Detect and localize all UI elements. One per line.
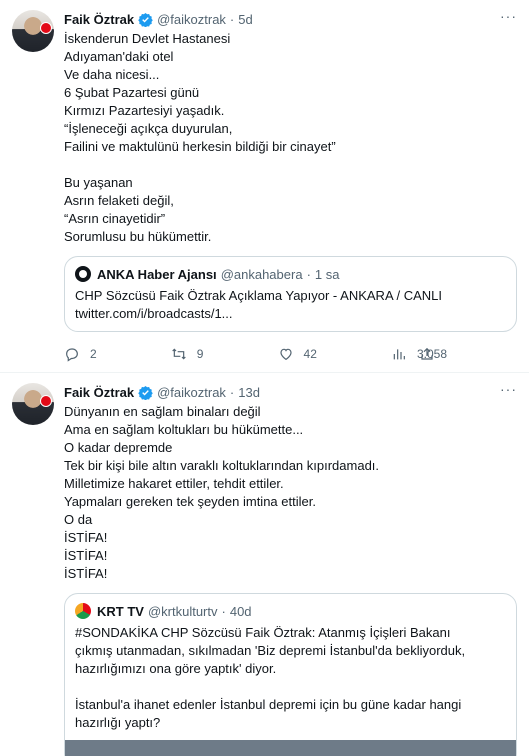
tweet-line: Adıyaman'daki otel: [64, 49, 174, 64]
verified-badge-icon: [138, 12, 153, 27]
like-button[interactable]: 42: [278, 346, 317, 362]
verified-badge-icon: [138, 385, 153, 400]
quoted-avatar: [75, 603, 91, 619]
tweet-line: “İşleneceği açıkça duyurulan,: [64, 121, 233, 136]
tweet-line: Ve daha nicesi...: [64, 67, 160, 82]
more-icon[interactable]: ···: [500, 8, 517, 24]
tweet-line: Milletimize hakaret ettiler, tehdit etti…: [64, 476, 284, 491]
tweet-line: “Asrın cinayetidir”: [64, 211, 166, 226]
quoted-link[interactable]: twitter.com/i/broadcasts/1...: [75, 305, 506, 323]
quoted-header: KRT TV @krtkulturtv · 40d: [75, 602, 506, 620]
tweet[interactable]: Faik Öztrak @faikoztrak · 5d ··· İskende…: [0, 0, 529, 373]
tweet[interactable]: Faik Öztrak @faikoztrak · 13d ··· Dünyan…: [0, 373, 529, 756]
views-icon: [393, 349, 405, 360]
tweet-line: İskenderun Devlet Hastanesi: [64, 31, 231, 46]
tweet-line: 6 Şubat Pazartesi günü: [64, 85, 200, 100]
reply-icon: [66, 348, 78, 362]
author-name[interactable]: Faik Öztrak: [64, 12, 134, 27]
quoted-line: hazırlığımızı ona göre yaptık' diyor.: [75, 661, 277, 676]
reply-button[interactable]: 2: [64, 346, 97, 362]
author-handle[interactable]: @faikoztrak: [157, 12, 226, 27]
tweet-line: Kırmızı Pazartesiyi yaşadık.: [64, 103, 225, 118]
retweet-button[interactable]: 9: [171, 346, 204, 362]
tweet-line: İSTİFA!: [64, 548, 108, 563]
share-icon: [421, 347, 433, 360]
tweet-header: Faik Öztrak @faikoztrak · 13d: [64, 383, 517, 401]
tweet-timestamp[interactable]: 13d: [238, 385, 260, 400]
tweet-line: Yapmaları gereken tek şeyden imtina etti…: [64, 494, 316, 509]
quoted-line: hazırlığı yaptı?: [75, 715, 161, 730]
reply-count: 2: [90, 347, 97, 361]
tweet-header: Faik Öztrak @faikoztrak · 5d: [64, 10, 517, 28]
avatar[interactable]: [12, 10, 54, 52]
party-logo-icon: [40, 22, 52, 34]
quoted-media[interactable]: [65, 740, 516, 756]
retweet-icon: [172, 348, 186, 360]
tweet-content: Faik Öztrak @faikoztrak · 13d ··· Dünyan…: [64, 381, 517, 756]
separator-dot: ·: [229, 11, 235, 27]
separator-dot: ·: [229, 384, 235, 400]
tweet-line: Ama en sağlam koltukları bu hükümette...: [64, 422, 304, 437]
quoted-timestamp: 40d: [229, 603, 252, 619]
tweet-line: Sorumlusu bu hükümettir.: [64, 229, 212, 244]
tweet-timestamp[interactable]: 5d: [238, 12, 252, 27]
quoted-author-name: ANKA Haber Ajansı: [97, 266, 217, 282]
quoted-tweet[interactable]: KRT TV @krtkulturtv · 40d #SONDAKİKA CHP…: [64, 593, 517, 756]
tweet-text: Dünyanın en sağlam binaları değil Ama en…: [64, 403, 517, 583]
separator-dot: ·: [306, 266, 311, 282]
more-icon[interactable]: ···: [500, 381, 517, 397]
author-name[interactable]: Faik Öztrak: [64, 385, 134, 400]
author-handle[interactable]: @faikoztrak: [157, 385, 226, 400]
tweet-content: Faik Öztrak @faikoztrak · 5d ··· İskende…: [64, 8, 517, 372]
quoted-line: #SONDAKİKA CHP Sözcüsü Faik Öztrak: Atan…: [75, 625, 451, 640]
like-icon: [279, 348, 292, 361]
quoted-author-handle: @krtkulturtv: [147, 603, 218, 619]
tweet-line: O da: [64, 512, 93, 527]
tweet-text: İskenderun Devlet Hastanesi Adıyaman'dak…: [64, 30, 517, 246]
quoted-timestamp: 1 sa: [314, 266, 340, 282]
tweet-line: İSTİFA!: [64, 566, 108, 581]
party-logo-icon: [40, 395, 52, 407]
quoted-header: ANKA Haber Ajansı @ankahabera · 1 sa: [75, 265, 506, 283]
like-count: 42: [303, 347, 317, 361]
share-button[interactable]: [419, 346, 445, 362]
quoted-author-name: KRT TV: [97, 603, 144, 619]
tweet-actions: 2 9 42 3.058: [64, 336, 517, 372]
tweet-line: İSTİFA!: [64, 530, 108, 545]
separator-dot: ·: [221, 603, 226, 619]
tweet-line: O kadar depremde: [64, 440, 173, 455]
quoted-tweet[interactable]: ANKA Haber Ajansı @ankahabera · 1 sa CHP…: [64, 256, 517, 332]
tweet-line: Tek bir kişi bile altın varaklı koltukla…: [64, 458, 380, 473]
tweet-line: Asrın felaketi değil,: [64, 193, 174, 208]
quoted-author-handle: @ankahabera: [220, 266, 303, 282]
quoted-line: CHP Sözcüsü Faik Öztrak Açıklama Yapıyor…: [75, 288, 443, 303]
tweet-line: Failini ve maktulünü herkesin bildiği bi…: [64, 139, 336, 154]
quoted-line: çıkmış utanmadan, sıkılmadan 'Biz deprem…: [75, 643, 466, 658]
quoted-line: İstanbul'a ihanet edenler İstanbul depre…: [75, 697, 462, 712]
retweet-count: 9: [196, 347, 204, 361]
quoted-avatar: [75, 266, 91, 282]
tweet-line: Bu yaşanan: [64, 175, 133, 190]
tweet-line: Dünyanın en sağlam binaları değil: [64, 404, 261, 419]
avatar[interactable]: [12, 383, 54, 425]
